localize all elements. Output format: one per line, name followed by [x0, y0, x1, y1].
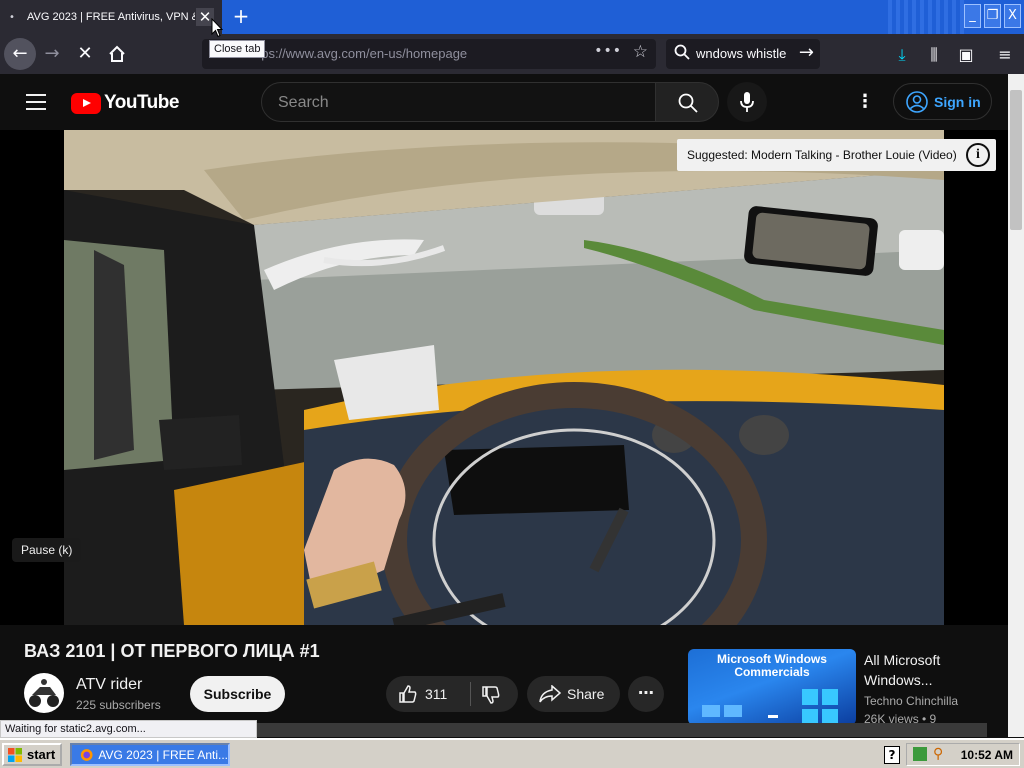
taskbar-firefox-item[interactable]: AVG 2023 | FREE Anti...: [70, 743, 230, 766]
recommended-title[interactable]: All Microsoft Windows...: [864, 650, 994, 690]
page-actions-icon[interactable]: •••: [594, 43, 622, 59]
sidebar-icon[interactable]: ▣: [955, 44, 977, 66]
windows-logo-icon: [702, 689, 838, 723]
vertical-scrollbar[interactable]: [1008, 74, 1024, 737]
suggested-video-card[interactable]: Suggested: Modern Talking - Brother Loui…: [677, 139, 996, 171]
share-label: Share: [567, 686, 605, 702]
url-text: ttps://www.avg.com/en-us/homepage: [254, 46, 468, 61]
channel-avatar[interactable]: [24, 673, 64, 713]
suggested-video-label: Suggested: Modern Talking - Brother Loui…: [687, 148, 957, 162]
search-bar[interactable]: wndows whistle →: [666, 39, 820, 69]
youtube-header: YouTube Search ⋮ Sign in: [0, 74, 1008, 130]
minimize-button[interactable]: _: [964, 4, 981, 28]
video-frame-car-interior: [64, 130, 944, 625]
browser-navbar: ← → ✕ ttps://www.avg.com/en-us/homepage …: [0, 34, 1024, 74]
os-taskbar: start AVG 2023 | FREE Anti... ? ⚲ 10:52 …: [0, 738, 1024, 768]
youtube-play-icon: [71, 92, 101, 114]
like-dislike-bar: 311: [386, 676, 518, 712]
bookmark-star-icon[interactable]: ☆: [633, 42, 648, 62]
search-go-icon[interactable]: →: [799, 42, 814, 63]
forward-arrow-icon[interactable]: →: [36, 38, 68, 70]
voice-search-button[interactable]: [727, 82, 767, 122]
info-icon[interactable]: i: [966, 143, 990, 167]
tab-avg[interactable]: • AVG 2023 | FREE Antivirus, VPN & TuneU…: [0, 0, 222, 34]
sign-in-button[interactable]: Sign in: [893, 83, 992, 120]
account-icon: [906, 90, 928, 113]
start-button[interactable]: start: [2, 743, 62, 766]
app-menu-icon[interactable]: ≡: [994, 44, 1016, 66]
settings-more-icon[interactable]: ⋮: [856, 92, 874, 112]
channel-name[interactable]: ATV rider: [76, 676, 142, 694]
new-tab-button[interactable]: +: [230, 5, 252, 27]
youtube-search-button[interactable]: [655, 82, 719, 122]
video-title: ВАЗ 2101 | ОТ ПЕРВОГО ЛИЦА #1: [24, 641, 320, 661]
mouse-cursor-icon: [211, 18, 223, 38]
recommended-thumbnail[interactable]: Microsoft Windows Commercials: [688, 649, 856, 725]
url-bar[interactable]: ttps://www.avg.com/en-us/homepage ••• ☆: [202, 39, 656, 69]
thumbs-up-icon[interactable]: [398, 684, 418, 704]
search-tray-icon[interactable]: ⚲: [933, 746, 943, 762]
recommended-channel: Techno Chinchilla: [864, 694, 959, 708]
atv-icon: [29, 679, 59, 707]
search-icon: [674, 44, 690, 60]
library-icon[interactable]: ⫼: [923, 44, 945, 66]
browser-tabstrip: • AVG 2023 | FREE Antivirus, VPN & TuneU…: [0, 0, 1024, 34]
titlebar-pattern: [884, 0, 964, 34]
taskbar-item-label: AVG 2023 | FREE Anti...: [98, 747, 228, 762]
like-divider: [470, 682, 471, 706]
share-arrow-icon: [539, 685, 561, 703]
video-info-section: ВАЗ 2101 | ОТ ПЕРВОГО ЛИЦА #1 ATV rider …: [0, 625, 1008, 726]
firefox-icon: [80, 748, 93, 761]
back-arrow-icon[interactable]: ←: [4, 38, 36, 70]
maximize-button[interactable]: ❐: [984, 4, 1001, 28]
thumbnail-caption: Microsoft Windows Commercials: [717, 652, 827, 679]
tab-title: AVG 2023 | FREE Antivirus, VPN & TuneUp: [27, 11, 195, 23]
tab-loading-dot: •: [9, 11, 15, 23]
youtube-wordmark: YouTube: [104, 92, 179, 113]
pause-tooltip: Pause (k): [12, 538, 82, 562]
stop-loading-icon[interactable]: ✕: [69, 38, 101, 70]
search-icon: [678, 93, 698, 113]
screen: • AVG 2023 | FREE Antivirus, VPN & TuneU…: [0, 0, 1024, 768]
share-button[interactable]: Share: [527, 676, 620, 712]
scrollbar-thumb[interactable]: [1010, 90, 1022, 230]
downloads-icon[interactable]: ⤓: [891, 44, 913, 66]
search-text: wndows whistle: [696, 46, 787, 61]
start-label: start: [27, 747, 56, 762]
close-tab-tooltip: Close tab: [209, 40, 266, 58]
like-count: 311: [425, 686, 448, 702]
youtube-search-input[interactable]: Search: [261, 82, 656, 122]
close-window-button[interactable]: X: [1004, 4, 1021, 28]
home-icon[interactable]: [101, 38, 133, 70]
subscriber-count: 225 subscribers: [76, 698, 161, 712]
guide-menu-icon[interactable]: [26, 94, 46, 110]
taskbar-clock: 10:52 AM: [960, 747, 1013, 762]
more-actions-icon[interactable]: ⋯: [628, 676, 664, 712]
thumbs-down-icon[interactable]: [481, 685, 501, 705]
video-player[interactable]: Suggested: Modern Talking - Brother Loui…: [0, 130, 1008, 625]
search-placeholder: Search: [278, 94, 329, 111]
sign-in-label: Sign in: [934, 93, 981, 110]
windows-flag-icon: [8, 747, 22, 762]
microphone-icon: [740, 92, 754, 112]
subscribe-button[interactable]: Subscribe: [190, 676, 285, 712]
status-bar: Waiting for static2.avg.com...: [0, 720, 257, 738]
youtube-logo[interactable]: YouTube: [71, 92, 179, 114]
help-icon[interactable]: ?: [884, 746, 900, 764]
system-tray: ⚲ 10:52 AM: [906, 743, 1020, 766]
network-icon[interactable]: [913, 747, 927, 761]
